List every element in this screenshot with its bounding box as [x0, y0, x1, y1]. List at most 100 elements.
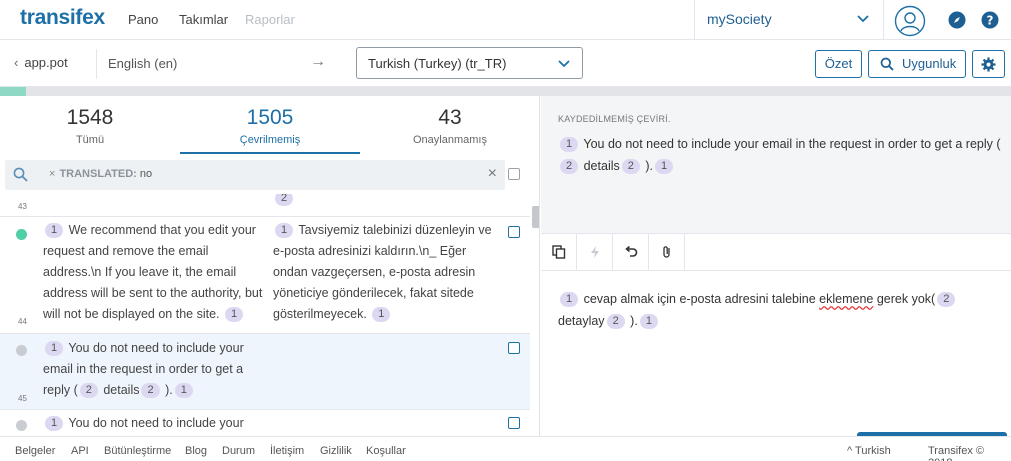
row-number: 44: [18, 317, 27, 326]
placeholder-tag: 1: [45, 416, 64, 431]
placeholder-tag[interactable]: 1: [655, 159, 674, 174]
source-text: details: [103, 383, 140, 397]
nav-link-dashboard[interactable]: Pano: [128, 12, 158, 27]
saved-translation-label: KAYDEDİLMEMİŞ ÇEVİRİ.: [558, 114, 671, 124]
translation-text: detaylay: [558, 314, 605, 328]
translation-string: 1 Tavsiyemiz talebinizi düzenleyin ve e-…: [273, 220, 497, 325]
filter-value: no: [139, 168, 153, 180]
stat-untranslated[interactable]: 1505 Çevrilmemiş: [180, 96, 360, 154]
row-number: 43: [18, 202, 27, 211]
settings-button[interactable]: [972, 50, 1005, 78]
stat-all[interactable]: 1548 Tümü: [0, 96, 180, 154]
row-number: 45: [18, 394, 27, 403]
select-all-checkbox[interactable]: [508, 168, 520, 180]
placeholder-tag[interactable]: 2: [606, 314, 625, 329]
search-icon: [13, 167, 28, 182]
progress-bar: [0, 87, 1011, 96]
table-row[interactable]: 1 You do not need to include your: [0, 409, 530, 436]
footer-link-status[interactable]: Durum: [222, 445, 255, 457]
status-dot: [16, 420, 27, 431]
placeholder-tag: 1: [224, 307, 244, 322]
transifex-logo[interactable]: transifex: [20, 6, 105, 30]
stat-unreviewed-label: Onaylanmamış: [413, 134, 487, 146]
resource-name: app.pot: [24, 55, 68, 70]
source-text: You do not need to include your email in…: [583, 137, 1001, 151]
stat-unreviewed[interactable]: 43 Onaylanmamış: [360, 96, 539, 154]
undo-button[interactable]: [613, 234, 649, 271]
avatar-icon[interactable]: [894, 5, 926, 37]
editor-pane: KAYDEDİLMEMİŞ ÇEVİRİ. 1 You do not need …: [541, 96, 1011, 436]
footer-language-label: Turkish: [855, 445, 891, 457]
back-link[interactable]: ‹ app.pot: [14, 55, 68, 70]
source-text: ).: [645, 159, 653, 173]
placeholder-tag[interactable]: 1: [560, 292, 579, 307]
table-row[interactable]: 1 We recommend that you edit your reques…: [0, 216, 530, 333]
chevron-down-icon: [857, 15, 869, 23]
consistency-button[interactable]: Uygunluk: [868, 50, 966, 78]
table-row[interactable]: 1 You do not need to include your email …: [0, 333, 530, 409]
placeholder-tag: 1: [45, 223, 64, 238]
status-dot: [16, 345, 27, 356]
top-nav: transifex Pano Takımlar Raporlar mySocie…: [0, 0, 1011, 40]
organization-name: mySociety: [707, 11, 772, 27]
remove-filter-icon[interactable]: ×: [49, 168, 55, 180]
filter-bar[interactable]: × TRANSLATED: no ×: [5, 160, 505, 190]
footer-language[interactable]: ^ Turkish: [847, 445, 891, 457]
row-checkbox[interactable]: [508, 226, 520, 238]
attach-icon: [663, 246, 670, 258]
copyright: Transifex © 2018: [928, 445, 984, 461]
row-checkbox[interactable]: [508, 342, 520, 354]
list-scrollbar[interactable]: [532, 206, 539, 228]
placeholder-tag[interactable]: 1: [560, 137, 579, 152]
footer-link-privacy[interactable]: Gizlilik: [320, 445, 352, 457]
consistency-label: Uygunluk: [902, 56, 957, 71]
placeholder-tag[interactable]: 2: [560, 159, 579, 174]
auto-translate-button[interactable]: [577, 234, 613, 271]
filter-tag[interactable]: × TRANSLATED: no: [49, 168, 152, 180]
nav-link-teams[interactable]: Takımlar: [179, 12, 228, 27]
footer-link-api[interactable]: API: [71, 445, 89, 457]
stat-all-count: 1548: [66, 106, 114, 129]
stat-unreviewed-count: 43: [438, 106, 462, 129]
organization-selector[interactable]: mySociety: [694, 0, 884, 40]
summary-button[interactable]: Özet: [815, 50, 862, 78]
table-row[interactable]: 43 2: [0, 194, 530, 216]
compass-icon[interactable]: [948, 11, 966, 29]
placeholder-tag: 2: [275, 194, 294, 206]
nav-link-reports: Raporlar: [245, 12, 295, 27]
footer-link-blog[interactable]: Blog: [185, 445, 207, 457]
placeholder-tag: 1: [174, 383, 193, 398]
placeholder-tag[interactable]: 2: [621, 159, 640, 174]
footer-link-integrations[interactable]: Bütünleştirme: [104, 445, 171, 457]
footer-link-docs[interactable]: Belgeler: [15, 445, 55, 457]
placeholder-tag: 1: [372, 307, 391, 322]
placeholder-tag[interactable]: 2: [937, 292, 956, 307]
placeholder-tag[interactable]: 1: [639, 314, 658, 329]
footer-link-contact[interactable]: İletişim: [270, 445, 304, 457]
clear-filter-icon[interactable]: ×: [488, 165, 497, 183]
translation-editor[interactable]: 1 cevap almak için e-posta adresini tale…: [558, 288, 998, 332]
footer-link-terms[interactable]: Koşullar: [366, 445, 406, 457]
source-text: details: [583, 159, 620, 173]
chevron-left-icon: ‹: [14, 55, 19, 70]
translation-text: ).: [630, 314, 638, 328]
caret-up-icon: ^: [847, 445, 853, 457]
bolt-icon: [591, 246, 599, 258]
help-icon[interactable]: ?: [981, 11, 999, 29]
placeholder-tag: 2: [79, 383, 98, 398]
row-checkbox[interactable]: [508, 417, 520, 429]
editor-tools: [541, 233, 1011, 271]
divider: [96, 49, 97, 79]
copy-source-button[interactable]: [541, 234, 577, 271]
stat-all-label: Tümü: [75, 134, 105, 146]
active-tab-underline: [180, 152, 360, 154]
footer: Belgeler API Bütünleştirme Blog Durum İl…: [0, 436, 1011, 461]
search-icon: [880, 57, 894, 71]
copy-icon: [552, 245, 566, 259]
chevron-down-icon: [558, 60, 570, 68]
target-language-select[interactable]: Turkish (Turkey) (tr_TR): [356, 47, 583, 79]
placeholder-tag: 1: [275, 223, 294, 238]
attach-button[interactable]: [649, 234, 685, 271]
undo-icon: [625, 245, 638, 257]
stat-untranslated-count: 1505: [246, 106, 294, 129]
